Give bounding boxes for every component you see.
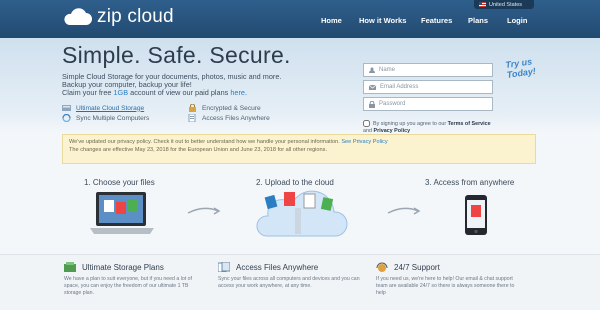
language-selector[interactable]: United States [474,0,534,9]
main-nav: Home How it Works Features Plans Login [0,16,600,30]
feature-encrypted: Encrypted & Secure [188,104,261,112]
email-field[interactable]: Email Address [363,80,493,94]
see-privacy-policy-link[interactable]: See Privacy Policy [341,139,387,145]
plans-title-row: Ultimate Storage Plans [64,262,206,272]
support-title-row: 24/7 Support [376,262,518,272]
us-flag-icon [479,2,486,7]
notice-text-1: We've updated our privacy policy. Check … [69,139,340,145]
step-upload: 2. Upload to the cloud [256,178,334,187]
hero-line-3: Claim your free 1GB account of view our … [62,88,247,97]
support-text: If you need us, we're here to help! Our … [376,276,515,296]
user-icon [369,67,375,73]
nav-features[interactable]: Features [421,16,452,25]
try-us-today-badge: Try us Today! [505,56,537,80]
hero-headline: Simple. Safe. Secure. [62,42,291,68]
envelope-icon [369,84,376,90]
files-icon [188,114,196,122]
hero-line-3-mid: account of view our paid plans [128,88,231,97]
feature-ultimate-storage-link[interactable]: Ultimate Cloud Storage [76,105,144,112]
feature-sync-label: Sync Multiple Computers [76,114,150,122]
feature-ultimate-storage[interactable]: Ultimate Cloud Storage [62,104,144,112]
access-column: Access Files Anywhere Sync your files ac… [218,262,360,290]
signup-form: Name Email Address Password [363,63,493,114]
support-column: 24/7 Support If you need us, we're here … [376,262,518,297]
name-placeholder: Name [379,67,396,73]
plans-title: Ultimate Storage Plans [82,262,164,272]
arrow-2-icon [387,207,421,215]
hero-line-3-suffix: . [244,88,247,97]
terms-link[interactable]: Terms of Service [448,121,491,127]
laptop-icon [90,192,154,234]
hero-line-3-prefix: Claim your free [62,88,114,97]
terms-consent: By signing up you agree to our Terms of … [363,120,498,135]
smartphone-icon [465,195,487,235]
step-access: 3. Access from anywhere [425,178,515,187]
feature-sync: Sync Multiple Computers [62,114,149,122]
feature-access-files: Access Files Anywhere [188,114,270,122]
nav-home[interactable]: Home [321,16,342,25]
notice-text-2: The changes are effective May 23, 2018 f… [69,146,328,153]
nav-how-it-works[interactable]: How it Works [359,16,406,25]
feature-access-files-label: Access Files Anywhere [202,114,270,122]
email-placeholder: Email Address [380,84,419,90]
support-title: 24/7 Support [394,262,440,272]
nav-plans[interactable]: Plans [468,16,488,25]
password-field[interactable]: Password [363,97,493,111]
support-headset-icon [376,262,388,272]
storage-icon [62,105,71,111]
paid-plans-link[interactable]: here [230,88,245,97]
documents-icon [218,262,230,272]
storage-plans-icon [64,262,76,272]
password-placeholder: Password [379,101,406,107]
access-title-row: Access Files Anywhere [218,262,360,272]
plans-text: We have a plan to suit everyone, but if … [64,276,192,296]
terms-checkbox[interactable] [363,120,370,127]
name-field[interactable]: Name [363,63,493,77]
cloud-upload-icon [256,190,348,237]
free-plan-link[interactable]: 1GB [114,88,129,97]
lock-icon [369,100,375,108]
access-title: Access Files Anywhere [236,262,319,272]
plans-column: Ultimate Storage Plans We have a plan to… [64,262,206,297]
privacy-notice: We've updated our privacy policy. Check … [62,134,536,164]
sync-icon [62,114,71,122]
arrow-1-icon [187,207,221,215]
step-choose-files: 1. Choose your files [84,178,155,187]
language-label: United States [489,1,523,8]
feature-encrypted-label: Encrypted & Secure [202,104,261,112]
lock-icon [189,104,196,112]
consent-prefix: By signing up you agree to our [373,120,448,127]
nav-login[interactable]: Login [507,16,527,25]
access-text: Sync your files across all computers and… [218,276,360,289]
